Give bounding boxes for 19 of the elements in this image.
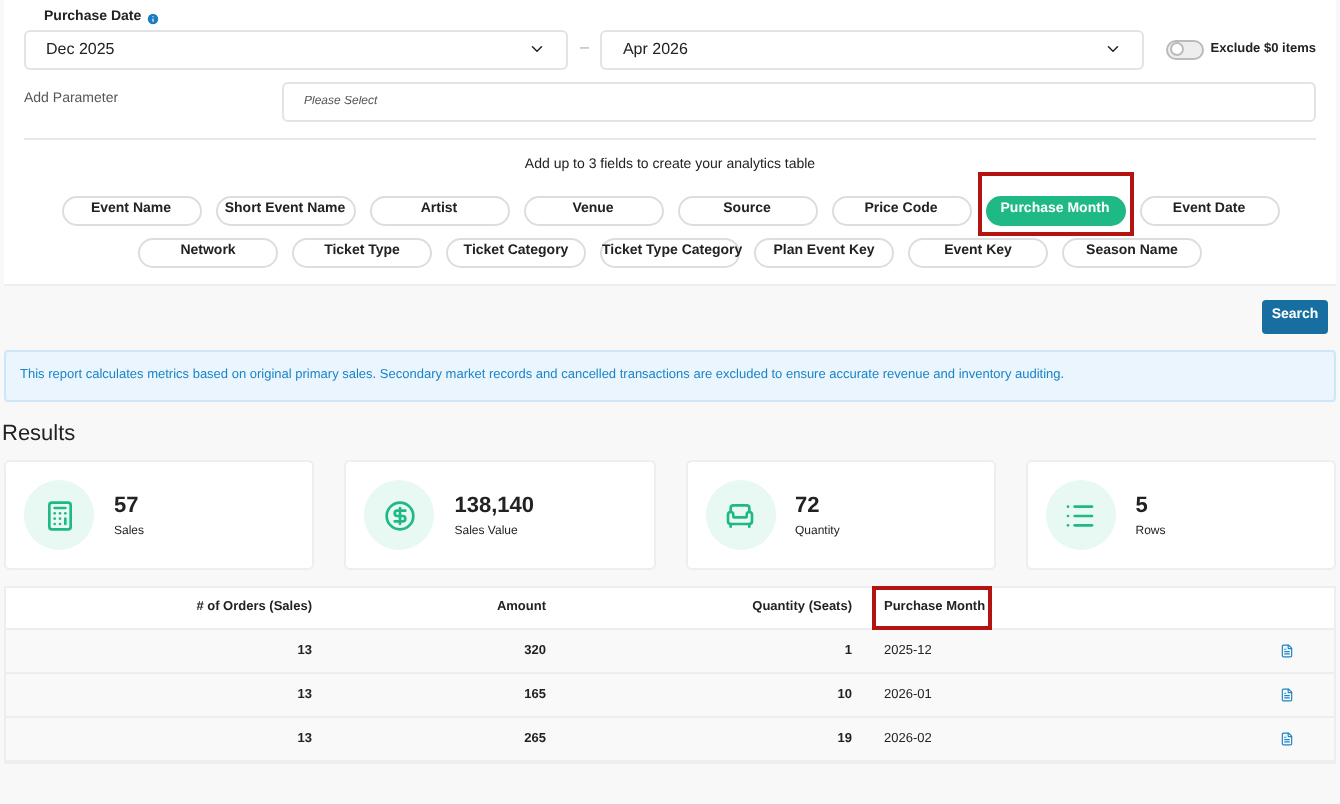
toggle-switch[interactable] — [1166, 39, 1205, 59]
range-separator: – — [580, 35, 589, 59]
info-icon[interactable] — [145, 11, 160, 26]
armchair-icon — [724, 499, 756, 532]
chevron-down-icon — [1104, 40, 1123, 58]
stat-value: 72 — [795, 492, 822, 522]
document-icon[interactable] — [1280, 644, 1294, 659]
register-icon — [43, 499, 75, 532]
end-date-dropdown[interactable]: Apr 2026 — [600, 29, 1145, 69]
chevron-down-icon — [528, 40, 546, 58]
stat-value: 138,140 — [454, 492, 535, 522]
start-date-dropdown[interactable]: Dec 2025 — [24, 29, 568, 69]
stat-value: 57 — [114, 492, 141, 522]
document-icon[interactable] — [1280, 732, 1294, 747]
dollar-icon — [383, 499, 416, 532]
stat-value: 5 — [1135, 492, 1150, 522]
results-heading: Results — [0, 419, 78, 450]
document-icon[interactable] — [1280, 688, 1294, 703]
list-icon — [1064, 499, 1097, 532]
